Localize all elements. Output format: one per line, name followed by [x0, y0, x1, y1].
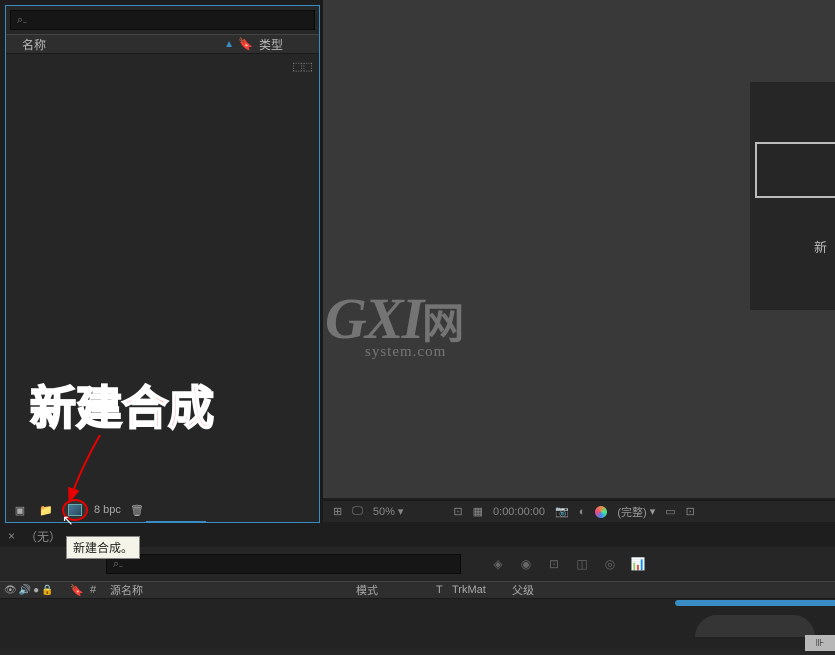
toggle-views-icon[interactable]: ⊡	[686, 505, 695, 518]
watermark-cn: 网	[422, 302, 462, 348]
snapshot-icon[interactable]: 📷	[555, 505, 569, 518]
resolution-icon[interactable]: ⊡	[453, 505, 462, 518]
timeline-work-area[interactable]	[675, 600, 835, 606]
progress-indicator	[146, 521, 206, 522]
watermark-main: GXI	[325, 286, 422, 351]
timeline-columns-header: 👁 🔊 ● 🔒 🔖 # 源名称 模式 T TrkMat 父级	[0, 581, 835, 599]
source-name-column-header[interactable]: 源名称	[106, 582, 356, 598]
annotation-label: 新建合成	[30, 372, 214, 438]
column-header-type[interactable]: 类型	[259, 36, 319, 53]
mouse-cursor-icon: ↖	[62, 512, 74, 529]
label-column-icon[interactable]: 🔖	[238, 37, 253, 51]
column-header-name[interactable]: 名称	[22, 36, 224, 53]
monitor-icon[interactable]: 🖵	[352, 505, 363, 518]
draft-3d-icon[interactable]: ◉	[517, 555, 535, 573]
zoom-dropdown[interactable]: 50% ▾	[373, 505, 404, 518]
viewer-side-panel: 新	[750, 82, 835, 310]
timeline-navigator[interactable]	[695, 615, 815, 637]
delete-button[interactable]: 🗑	[127, 501, 147, 519]
timecode-display[interactable]: 0:00:00:00	[493, 506, 545, 518]
timeline-tab-none[interactable]: （无）	[25, 528, 61, 545]
color-management-icon[interactable]	[595, 506, 607, 518]
color-depth-label[interactable]: 8 bpc	[94, 504, 121, 516]
comp-flowchart-icon[interactable]: ◈	[489, 555, 507, 573]
viewer-placeholder-box[interactable]	[755, 142, 835, 198]
motion-blur-icon[interactable]: ◎	[601, 555, 619, 573]
graph-editor-icon[interactable]: 📊	[629, 555, 647, 573]
parent-column-header[interactable]: 父级	[512, 582, 572, 598]
timeline-search-input[interactable]	[106, 554, 461, 574]
solo-toggle-icon[interactable]: ●	[33, 585, 39, 596]
frame-blend-icon[interactable]: ◫	[573, 555, 591, 573]
transparency-grid-icon[interactable]: ▦	[473, 505, 483, 518]
viewer-bottom-toolbar: ⊞ 🖵 50% ▾ ⊡ ▦ 0:00:00:00 📷 ◐ (完整) ▾ ▭ ⊡	[323, 500, 835, 522]
watermark: GXI网 system.com	[325, 285, 462, 361]
project-search-row	[6, 6, 319, 34]
index-column-header[interactable]: #	[90, 584, 106, 596]
t-column-header[interactable]: T	[436, 584, 452, 596]
lock-toggle-icon[interactable]: 🔒	[41, 585, 53, 596]
magnification-icon[interactable]: ⊞	[333, 505, 342, 518]
trkmat-column-header[interactable]: TrkMat	[452, 584, 512, 596]
new-folder-button[interactable]: 📁	[36, 501, 56, 519]
new-composition-tooltip: 新建合成。	[66, 536, 140, 559]
project-columns-header: 名称 ▲ 🔖 类型	[6, 34, 319, 54]
label-column-icon[interactable]: 🔖	[70, 584, 90, 597]
flowchart-icon[interactable]: ⬚⬚	[292, 60, 313, 73]
project-bottom-toolbar: ▣ 📁 8 bpc 🗑	[6, 498, 319, 522]
project-search-input[interactable]	[10, 10, 315, 30]
video-toggle-icon[interactable]: 👁	[4, 585, 17, 596]
composition-viewer[interactable]: 新	[323, 0, 835, 498]
channel-icon[interactable]: ◐	[579, 506, 586, 518]
timeline-end-marker[interactable]: ⊪	[805, 635, 835, 651]
shy-icon[interactable]: ⊡	[545, 555, 563, 573]
audio-toggle-icon[interactable]: 🔊	[19, 585, 31, 596]
project-panel: 名称 ▲ 🔖 类型 ⬚⬚ ▣ 📁 8 bpc 🗑	[5, 5, 320, 523]
resolution-dropdown[interactable]: (完整) ▾	[617, 504, 655, 520]
viewer-side-text: 新	[814, 237, 827, 256]
interpret-footage-button[interactable]: ▣	[10, 501, 30, 519]
sort-indicator-icon[interactable]: ▲	[224, 39, 234, 50]
view-layout-icon[interactable]: ▭	[665, 505, 675, 518]
close-tab-button[interactable]: ×	[8, 529, 15, 543]
mode-column-header[interactable]: 模式	[356, 582, 436, 598]
